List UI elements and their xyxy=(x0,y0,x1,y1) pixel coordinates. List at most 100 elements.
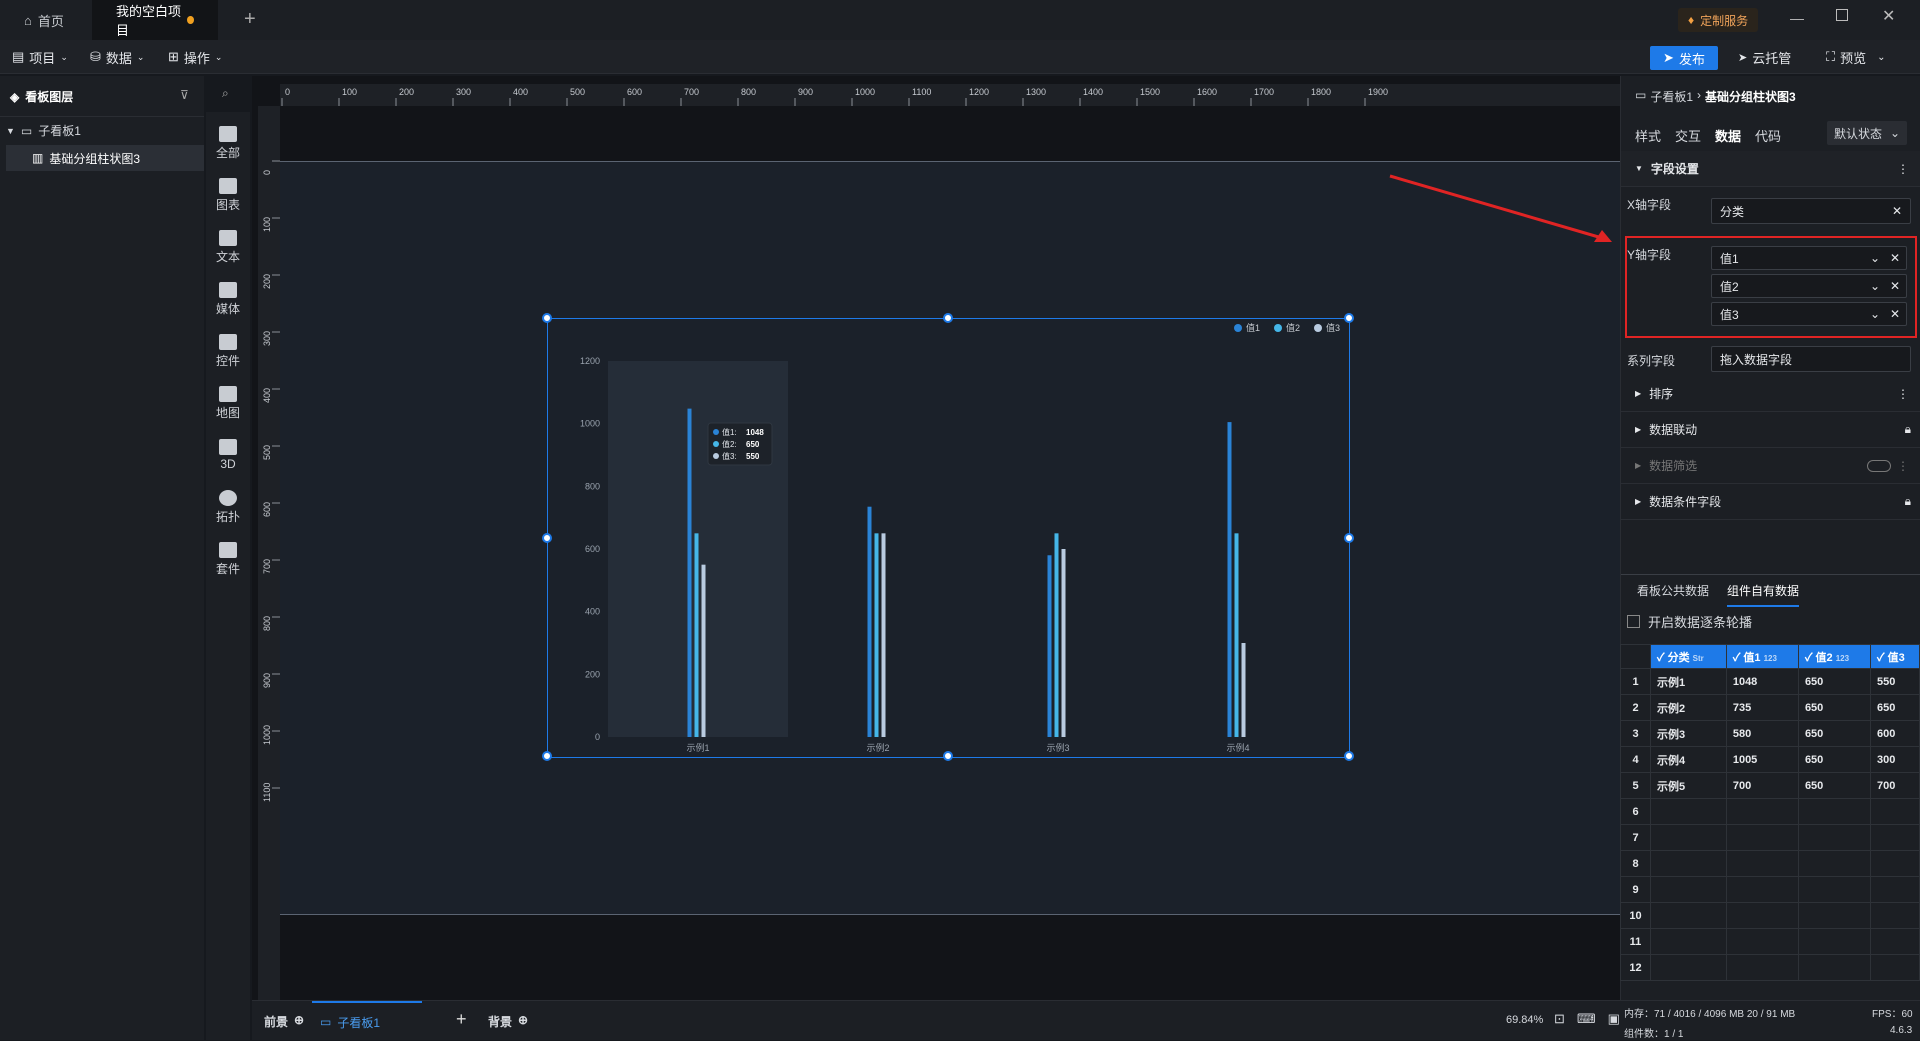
table-row[interactable]: 8 xyxy=(1620,850,1920,877)
close-icon[interactable]: ✕ xyxy=(1882,6,1895,26)
table-cell[interactable] xyxy=(1870,798,1920,825)
category-media[interactable]: 媒体 xyxy=(206,274,250,324)
legend-label[interactable]: 值1 xyxy=(1246,322,1260,333)
bar-值3-示例1[interactable] xyxy=(701,564,706,737)
table-cell[interactable]: 650 xyxy=(1797,772,1872,799)
custom-service-button[interactable]: ♦ 定制服务 xyxy=(1678,8,1759,32)
more-icon[interactable]: ⋮ xyxy=(1897,162,1909,176)
table-cell[interactable]: 示例2 xyxy=(1650,694,1727,721)
table-cell[interactable]: 580 xyxy=(1725,720,1799,747)
category-all[interactable]: 全部 xyxy=(206,118,250,168)
bar-值1-示例1[interactable] xyxy=(687,408,692,737)
table-cell[interactable]: 650 xyxy=(1797,720,1872,747)
close-icon[interactable]: ✕ xyxy=(1892,204,1902,218)
table-row[interactable]: 11 xyxy=(1620,928,1920,955)
carousel-option[interactable]: 开启数据逐条轮播 xyxy=(1627,612,1752,631)
background-layer[interactable]: 背景 ⊕ xyxy=(488,1013,528,1030)
tab-board-public-data[interactable]: 看板公共数据 xyxy=(1637,582,1709,607)
table-cell[interactable]: 650 xyxy=(1797,746,1872,773)
table-cell[interactable] xyxy=(1797,902,1872,929)
new-tab-icon[interactable]: + xyxy=(244,8,256,31)
more-icon[interactable]: ⋮ xyxy=(1897,387,1909,401)
search-icon[interactable]: ⌕ xyxy=(222,86,229,101)
table-cell[interactable] xyxy=(1797,876,1872,903)
legend-marker[interactable] xyxy=(1234,324,1242,332)
data-table[interactable]: ✓ 分类 Str ✓ 值1 123 ✓ 值2 123 ✓ 值3 1 示例1 1048… xyxy=(1620,644,1920,981)
bar-值2-示例4[interactable] xyxy=(1234,533,1239,737)
table-cell[interactable]: 示例4 xyxy=(1650,746,1727,773)
table-cell[interactable] xyxy=(1870,850,1920,877)
table-cell[interactable] xyxy=(1797,824,1872,851)
table-row[interactable]: 5 示例5 700 650 700 xyxy=(1620,772,1920,799)
tab-own-data[interactable]: 组件自有数据 xyxy=(1727,582,1800,607)
maximize-icon[interactable] xyxy=(1836,9,1848,21)
table-row[interactable]: 3 示例3 580 650 600 xyxy=(1620,720,1920,747)
series-field-drop[interactable]: 拖入数据字段 xyxy=(1711,346,1911,372)
table-cell[interactable] xyxy=(1725,850,1799,877)
table-cell[interactable] xyxy=(1797,798,1872,825)
table-cell[interactable] xyxy=(1650,876,1727,903)
table-cell[interactable]: 735 xyxy=(1725,694,1799,721)
col-header-value3[interactable]: ✓ 值3 xyxy=(1870,644,1920,669)
table-cell[interactable] xyxy=(1650,798,1727,825)
board-tab[interactable]: ▭ 子看板1 xyxy=(312,1001,422,1041)
category-control[interactable]: 控件 xyxy=(206,326,250,376)
table-row[interactable]: 9 xyxy=(1620,876,1920,903)
category-map[interactable]: 地图 xyxy=(206,378,250,428)
section-condition-fields[interactable]: ▶ 数据条件字段 🔒︎ xyxy=(1621,484,1920,520)
section-data-filter[interactable]: ▶ 数据筛选 ⋮ xyxy=(1621,448,1920,484)
table-cell[interactable] xyxy=(1870,954,1920,981)
zoom-level[interactable]: 69.84% xyxy=(1506,1014,1543,1026)
legend-label[interactable]: 值2 xyxy=(1286,322,1300,333)
layer-board[interactable]: ▼ ▭ 子看板1 xyxy=(6,122,81,139)
table-row[interactable]: 7 xyxy=(1620,824,1920,851)
category-chart[interactable]: 图表 xyxy=(206,170,250,220)
table-cell[interactable] xyxy=(1650,928,1727,955)
section-data-linkage[interactable]: ▶ 数据联动 🔒︎ xyxy=(1621,412,1920,448)
resize-handle-t[interactable] xyxy=(943,313,953,323)
tab-style[interactable]: 样式 xyxy=(1635,126,1661,153)
bar-值3-示例4[interactable] xyxy=(1241,643,1246,737)
table-cell[interactable]: 650 xyxy=(1870,694,1920,721)
bar-值2-示例2[interactable] xyxy=(874,533,879,737)
table-row[interactable]: 10 xyxy=(1620,902,1920,929)
table-row[interactable]: 4 示例4 1005 650 300 xyxy=(1620,746,1920,773)
toggle-switch[interactable] xyxy=(1867,459,1891,472)
tab-interaction[interactable]: 交互 xyxy=(1675,126,1701,153)
resize-handle-tr[interactable] xyxy=(1344,313,1354,323)
keyboard-icon[interactable]: ⌨ xyxy=(1577,1011,1596,1027)
terminal-icon[interactable]: ▣ xyxy=(1608,1011,1620,1027)
minimize-icon[interactable]: — xyxy=(1790,10,1804,26)
bar-值1-示例2[interactable] xyxy=(867,506,872,737)
chart-component[interactable]: 0 200 400 600 800 1000 1200 示例1 示例2 示例3 示例4 值1 值2 值3 值… xyxy=(542,313,1354,761)
legend-marker[interactable] xyxy=(1274,324,1282,332)
breadcrumb-parent[interactable]: 子看板1 xyxy=(1650,88,1693,105)
resize-handle-bl[interactable] xyxy=(542,751,552,761)
table-row[interactable]: 6 xyxy=(1620,798,1920,825)
table-cell[interactable]: 1005 xyxy=(1725,746,1799,773)
bar-值3-示例3[interactable] xyxy=(1061,549,1066,737)
y-axis-field-3[interactable]: 值3 ⌄ ✕ xyxy=(1711,302,1907,326)
menu-project[interactable]: ▤ 项目 ⌄ xyxy=(12,40,68,74)
category-text[interactable]: 文本 xyxy=(206,222,250,272)
more-icon[interactable]: ⋮ xyxy=(1897,459,1909,473)
menu-ops[interactable]: ⊞ 操作 ⌄ xyxy=(168,40,222,74)
bar-值2-示例3[interactable] xyxy=(1054,533,1059,737)
bar-值2-示例1[interactable] xyxy=(694,533,699,737)
table-cell[interactable] xyxy=(1725,954,1799,981)
tab-data[interactable]: 数据 xyxy=(1715,126,1742,153)
bar-值3-示例2[interactable] xyxy=(881,533,886,737)
publish-button[interactable]: ➤ 发布 xyxy=(1650,46,1718,70)
state-select[interactable]: 默认状态 ⌄ xyxy=(1827,121,1907,145)
checkbox[interactable] xyxy=(1627,615,1640,628)
chevron-down-icon[interactable]: ⌄ xyxy=(1870,251,1880,265)
table-cell[interactable]: 300 xyxy=(1870,746,1920,773)
table-cell[interactable]: 示例5 xyxy=(1650,772,1727,799)
table-cell[interactable] xyxy=(1650,824,1727,851)
resize-handle-br[interactable] xyxy=(1344,751,1354,761)
chevron-down-icon[interactable]: ⌄ xyxy=(1870,307,1880,321)
preview-button[interactable]: ⛶ 预览 ⌄ xyxy=(1826,40,1886,74)
table-cell[interactable] xyxy=(1650,902,1727,929)
section-sort[interactable]: ▶ 排序 ⋮ xyxy=(1621,376,1920,412)
resize-handle-b[interactable] xyxy=(943,751,953,761)
